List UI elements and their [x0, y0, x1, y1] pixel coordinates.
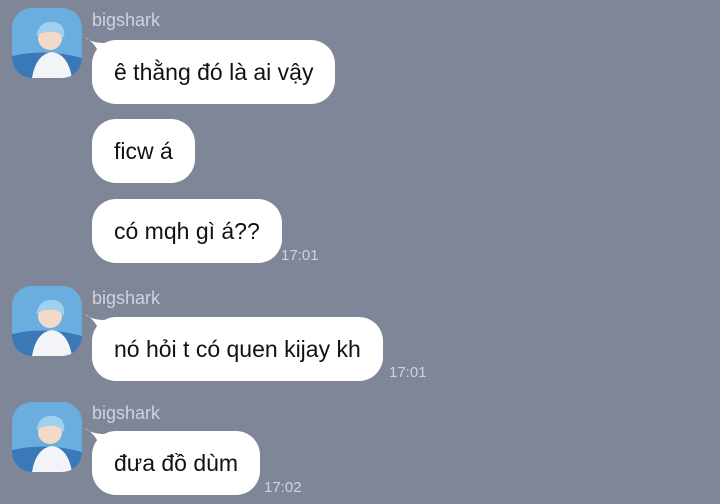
- profile-photo-icon: [12, 402, 82, 472]
- profile-photo-icon: [12, 286, 82, 356]
- message-bubble[interactable]: có mqh gì á??: [92, 199, 282, 263]
- sender-name: bigshark: [92, 403, 161, 423]
- message-text: có mqh gì á??: [114, 217, 260, 244]
- message-text: nó hỏi t có quen kijay kh: [114, 335, 361, 362]
- avatar[interactable]: [12, 286, 82, 356]
- sender-name: bigshark: [92, 10, 161, 30]
- chat-view: bigshark ê thằng đó là ai vậy ficw á có …: [0, 0, 720, 504]
- avatar[interactable]: [12, 8, 82, 78]
- avatar[interactable]: [12, 402, 82, 472]
- sender-name: bigshark: [92, 288, 161, 308]
- message-bubble[interactable]: nó hỏi t có quen kijay kh: [92, 317, 383, 381]
- message-bubble[interactable]: đưa đồ dùm: [92, 431, 261, 495]
- message-bubble[interactable]: ê thằng đó là ai vậy: [92, 40, 336, 104]
- message-text: ficw á: [114, 137, 173, 164]
- message-bubble[interactable]: ficw á: [92, 119, 195, 183]
- profile-photo-icon: [12, 8, 82, 78]
- message-text: đưa đồ dùm: [114, 449, 239, 476]
- message-timestamp: 17:01: [389, 364, 427, 381]
- message-text: ê thằng đó là ai vậy: [114, 58, 314, 85]
- message-timestamp: 17:01: [281, 247, 319, 264]
- message-timestamp: 17:02: [264, 479, 302, 496]
